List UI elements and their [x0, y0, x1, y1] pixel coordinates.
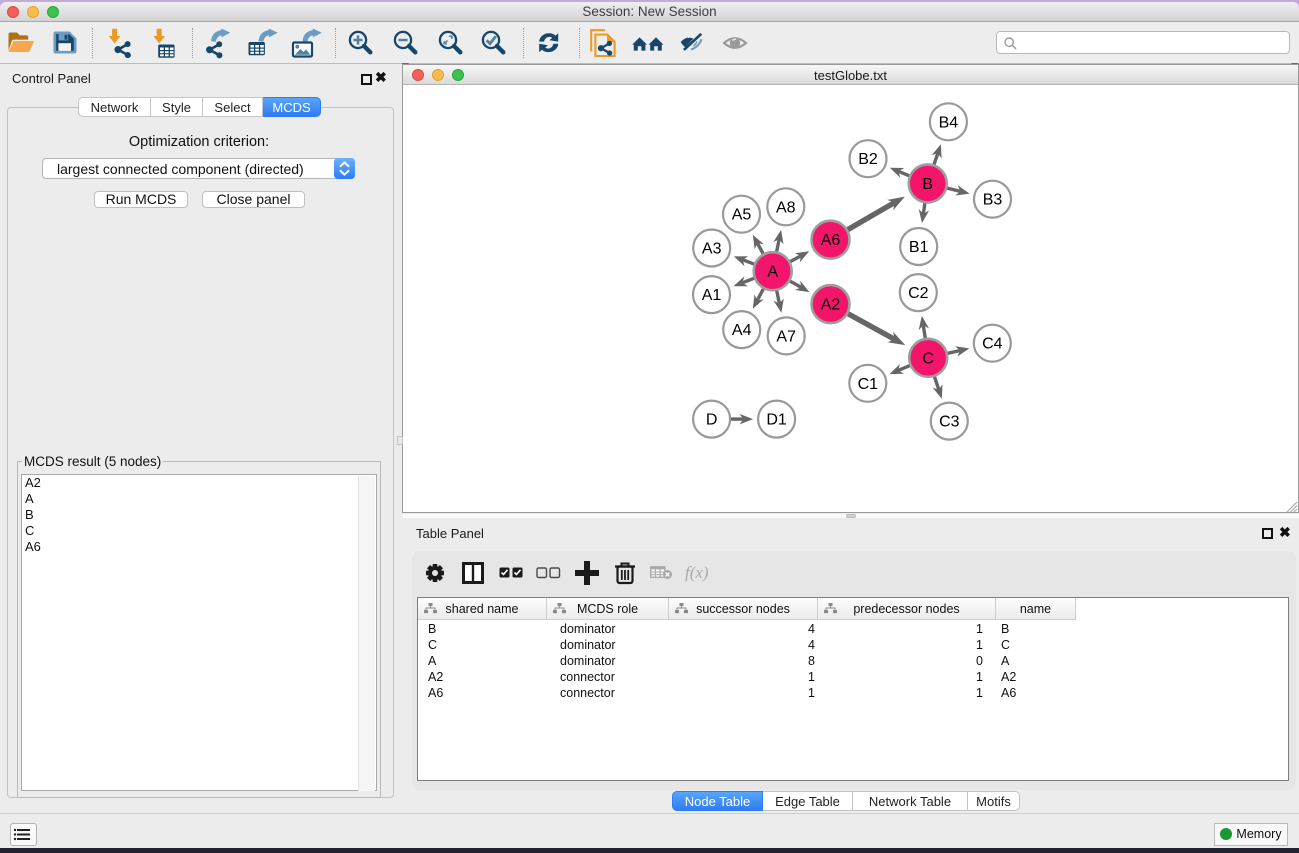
svg-text:C3: C3 — [939, 414, 960, 431]
svg-text:D: D — [706, 412, 718, 429]
svg-text:C: C — [922, 350, 934, 367]
svg-text:B3: B3 — [983, 192, 1003, 209]
svg-text:C4: C4 — [982, 336, 1003, 353]
svg-text:A1: A1 — [702, 287, 722, 304]
svg-text:A5: A5 — [732, 207, 752, 224]
svg-text:B: B — [922, 176, 933, 193]
svg-text:B4: B4 — [939, 114, 959, 131]
svg-text:A3: A3 — [702, 241, 722, 258]
svg-text:A: A — [767, 264, 778, 281]
svg-text:D1: D1 — [766, 412, 787, 429]
svg-text:C1: C1 — [858, 376, 879, 393]
svg-text:A2: A2 — [821, 297, 841, 314]
svg-text:B2: B2 — [858, 151, 878, 168]
svg-text:f(x): f(x) — [685, 564, 709, 582]
svg-text:A6: A6 — [821, 232, 841, 249]
svg-text:C2: C2 — [908, 285, 929, 302]
svg-text:B1: B1 — [909, 239, 929, 256]
svg-text:A4: A4 — [732, 322, 752, 339]
svg-text:A8: A8 — [776, 199, 796, 216]
svg-text:A7: A7 — [776, 328, 796, 345]
